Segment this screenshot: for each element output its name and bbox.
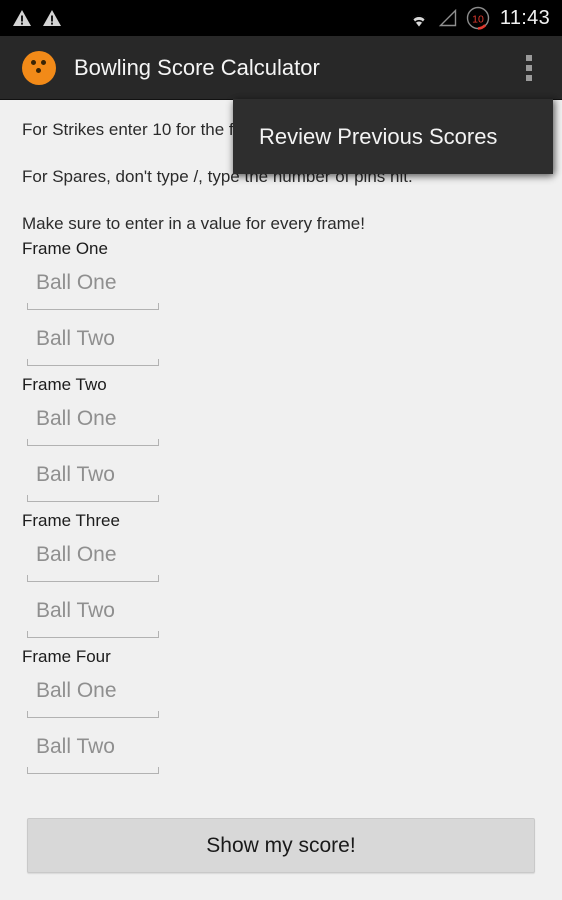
input-placeholder: Ball Two (36, 327, 115, 350)
wifi-icon (409, 11, 429, 27)
show-my-score-button[interactable]: Show my score! (27, 818, 535, 873)
frame-4-ball-one-input[interactable]: Ball One (27, 668, 159, 724)
menu-item-review-previous-scores[interactable]: Review Previous Scores (233, 99, 553, 174)
frame-group: Frame Three Ball One Ball Two (0, 510, 562, 644)
score-entry-form: For Strikes enter 10 for the first ball … (0, 101, 562, 900)
input-underline (27, 303, 159, 310)
frame-3-ball-two-input[interactable]: Ball Two (27, 588, 159, 644)
input-underline (27, 767, 159, 774)
input-placeholder: Ball One (36, 543, 117, 566)
input-placeholder: Ball Two (36, 735, 115, 758)
overflow-menu-icon[interactable] (506, 36, 552, 100)
overflow-dot (526, 54, 532, 61)
frame-group: Frame One Ball One Ball Two (0, 238, 562, 372)
frame-label: Frame Four (22, 647, 111, 666)
status-bar-clock: 11:43 (499, 7, 550, 29)
frame-group: Frame Four Ball One Ball Two (0, 646, 562, 780)
input-underline (27, 439, 159, 446)
overflow-popup-menu: Review Previous Scores (233, 99, 553, 174)
warning-triangle-icon (43, 10, 61, 26)
frame-label: Frame Two (22, 375, 107, 394)
overflow-dot (526, 74, 532, 81)
frame-3-ball-one-input[interactable]: Ball One (27, 532, 159, 588)
app-title: Bowling Score Calculator (74, 54, 320, 80)
action-bar: Bowling Score Calculator (0, 36, 562, 100)
frame-label: Frame Three (22, 511, 120, 530)
frame-2-ball-one-input[interactable]: Ball One (27, 396, 159, 452)
overflow-dot (526, 64, 532, 71)
status-bar-system-icons: 10 11:43 (407, 5, 550, 31)
input-placeholder: Ball One (36, 271, 117, 294)
frame-label: Frame One (22, 239, 108, 258)
bowling-ball-icon (22, 50, 56, 85)
input-underline (27, 711, 159, 718)
input-underline (27, 575, 159, 582)
input-underline (27, 631, 159, 638)
instruction-every-frame: Make sure to enter in a value for every … (22, 214, 365, 233)
warning-triangle-icon (13, 10, 31, 26)
frame-1-ball-one-input[interactable]: Ball One (27, 260, 159, 316)
frame-4-ball-two-input[interactable]: Ball Two (27, 724, 159, 780)
input-placeholder: Ball One (36, 679, 117, 702)
status-bar: 10 11:43 (0, 0, 562, 36)
cell-signal-icon (438, 9, 457, 27)
frame-1-ball-two-input[interactable]: Ball Two (27, 316, 159, 372)
input-underline (27, 359, 159, 366)
input-underline (27, 495, 159, 502)
input-placeholder: Ball Two (36, 463, 115, 486)
frame-group: Frame Two Ball One Ball Two (0, 374, 562, 508)
status-bar-notifications (12, 9, 407, 27)
battery-level-text: 10 (472, 13, 484, 25)
input-placeholder: Ball Two (36, 599, 115, 622)
battery-circle-icon: 10 (466, 6, 490, 30)
input-placeholder: Ball One (36, 407, 117, 430)
frame-2-ball-two-input[interactable]: Ball Two (27, 452, 159, 508)
